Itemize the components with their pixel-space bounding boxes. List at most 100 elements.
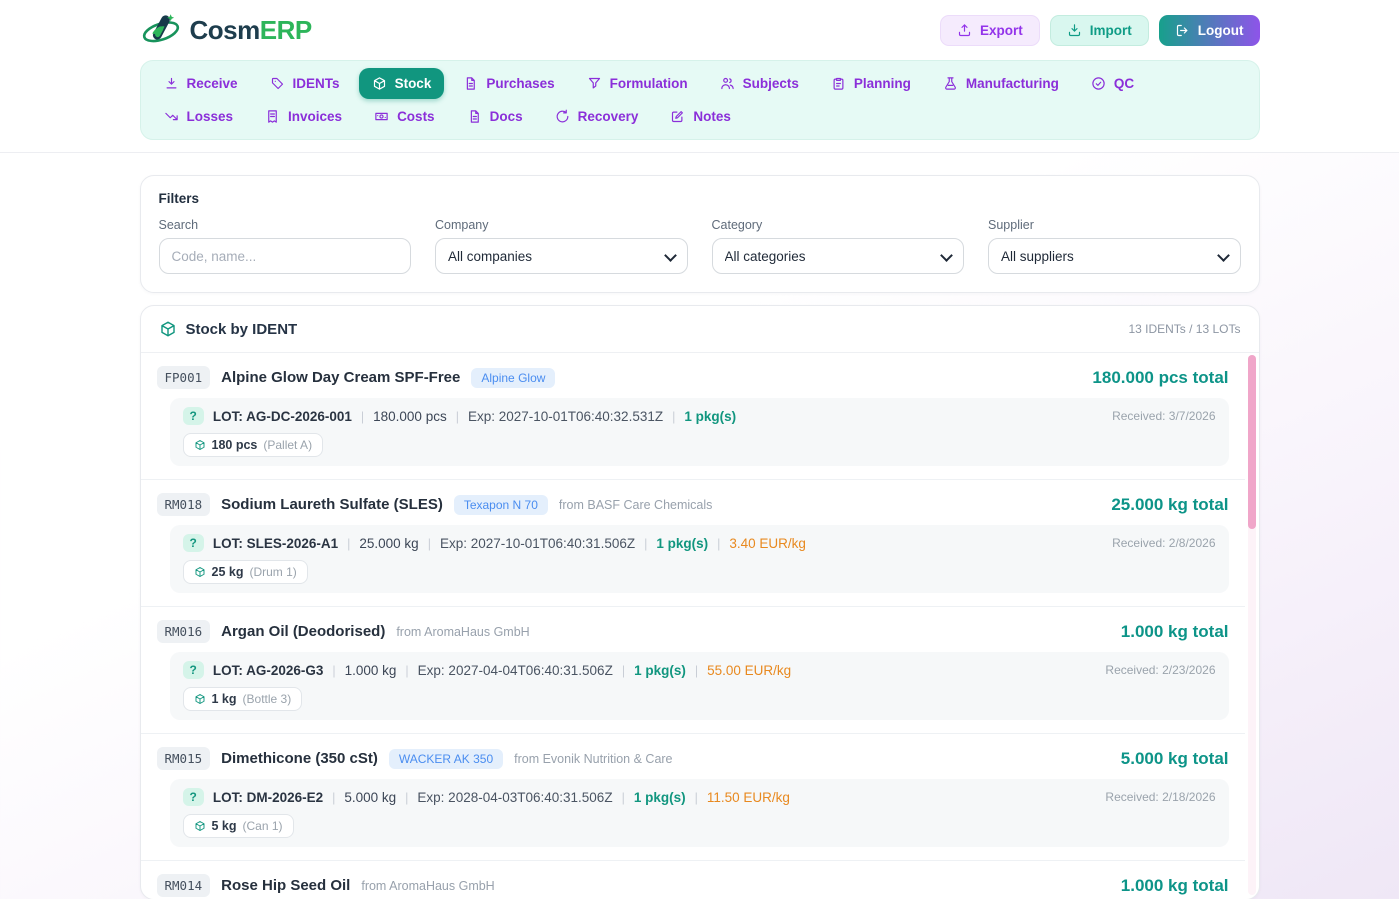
separator — [332, 790, 335, 805]
package-location: (Pallet A) — [263, 438, 312, 452]
package-location: (Drum 1) — [249, 565, 296, 579]
tab-receive[interactable]: Receive — [151, 68, 251, 99]
lot-package-count: 1 pkg(s) — [684, 409, 736, 424]
lot-status-chip[interactable]: ? — [183, 788, 204, 806]
separator — [622, 663, 625, 678]
tab-costs[interactable]: Costs — [361, 101, 448, 132]
company-select[interactable]: All companies — [435, 238, 688, 274]
item-supplier: from Evonik Nutrition & Care — [514, 752, 672, 766]
tab-manufacturing[interactable]: Manufacturing — [930, 68, 1072, 99]
logout-button-label: Logout — [1198, 23, 1244, 38]
vertical-scrollbar-track[interactable] — [1248, 355, 1256, 895]
ident-code-chip: RM018 — [157, 493, 211, 516]
search-input[interactable] — [159, 238, 412, 274]
logout-button[interactable]: Logout — [1159, 15, 1260, 46]
lot-status-chip[interactable]: ? — [183, 534, 204, 552]
check-circle-icon — [1091, 76, 1106, 91]
item-name: Sodium Laureth Sulfate (SLES) — [221, 496, 443, 513]
stock-item-header: RM018 Sodium Laureth Sulfate (SLES) Texa… — [157, 493, 1229, 516]
document-icon — [467, 109, 482, 124]
tab-losses[interactable]: Losses — [151, 101, 247, 132]
stock-item-header: RM014 Rose Hip Seed Oil from AromaHaus G… — [157, 874, 1229, 897]
package-chip[interactable]: 5 kg (Can 1) — [183, 814, 294, 838]
stock-list-viewport: FP001 Alpine Glow Day Cream SPF-Free Alp… — [141, 353, 1259, 899]
item-total-quantity: 5.000 kg total — [1121, 749, 1229, 769]
import-icon — [1067, 23, 1082, 38]
stock-item-row[interactable]: RM015 Dimethicone (350 cSt) WACKER AK 35… — [141, 733, 1245, 860]
ident-code-chip: RM016 — [157, 620, 211, 643]
lot-quantity: 1.000 kg — [345, 663, 397, 678]
separator — [405, 663, 408, 678]
supplier-select[interactable]: All suppliers — [988, 238, 1241, 274]
cube-icon — [159, 320, 177, 338]
tab-stock[interactable]: Stock — [359, 68, 445, 99]
export-button[interactable]: Export — [940, 15, 1040, 46]
item-total-quantity: 1.000 kg total — [1121, 876, 1229, 896]
vertical-scrollbar-thumb[interactable] — [1248, 355, 1256, 529]
lot-number: LOT: AG-2026-G3 — [213, 663, 324, 678]
separator — [405, 790, 408, 805]
lot-received-date: Received: 2/23/2026 — [1105, 663, 1215, 677]
tab-qc[interactable]: QC — [1078, 68, 1147, 99]
main-nav: Receive IDENTs Stock Purchases Formulati… — [140, 60, 1260, 140]
separator — [717, 536, 720, 551]
separator — [456, 409, 459, 424]
package-chip[interactable]: 180 pcs (Pallet A) — [183, 433, 324, 457]
lot-status-chip[interactable]: ? — [183, 407, 204, 425]
main-content: Filters Search Company All companies Cat… — [140, 175, 1260, 899]
tab-purchases[interactable]: Purchases — [450, 68, 567, 99]
lot-unit-price: 11.50 EUR/kg — [707, 790, 790, 805]
stock-item-row[interactable]: RM018 Sodium Laureth Sulfate (SLES) Texa… — [141, 479, 1245, 606]
supplier-label: Supplier — [988, 218, 1241, 232]
brand: CosmERP — [140, 9, 312, 51]
lot-row: ? LOT: AG-2026-G3 1.000 kg Exp: 2027-04-… — [170, 652, 1229, 720]
lot-detail-line: ? LOT: AG-DC-2026-001 180.000 pcs Exp: 2… — [183, 407, 1216, 425]
header-band: CosmERP Export Import Logout Recei — [0, 0, 1399, 153]
stock-item-row[interactable]: FP001 Alpine Glow Day Cream SPF-Free Alp… — [141, 353, 1245, 479]
lot-package-count: 1 pkg(s) — [634, 790, 686, 805]
separator — [695, 790, 698, 805]
tab-planning[interactable]: Planning — [818, 68, 924, 99]
stock-panel-header: Stock by IDENT 13 IDENTs / 13 LOTs — [141, 306, 1259, 353]
separator — [622, 790, 625, 805]
funnel-icon — [587, 76, 602, 91]
people-icon — [720, 76, 735, 91]
item-name: Rose Hip Seed Oil — [221, 877, 350, 894]
package-location: (Bottle 3) — [243, 692, 292, 706]
lot-status-chip[interactable]: ? — [183, 661, 204, 679]
filters-title: Filters — [159, 191, 1241, 206]
separator — [672, 409, 675, 424]
logout-icon — [1175, 23, 1190, 38]
stock-panel-title: Stock by IDENT — [159, 320, 298, 338]
supplier-select-wrap: All suppliers — [988, 238, 1241, 274]
package-chip[interactable]: 25 kg (Drum 1) — [183, 560, 308, 584]
package-quantity: 1 kg — [212, 692, 237, 706]
lot-detail-line: ? LOT: AG-2026-G3 1.000 kg Exp: 2027-04-… — [183, 661, 1216, 679]
stock-item-header: FP001 Alpine Glow Day Cream SPF-Free Alp… — [157, 366, 1229, 389]
tab-formulation[interactable]: Formulation — [574, 68, 701, 99]
tab-idents[interactable]: IDENTs — [257, 68, 353, 99]
tab-invoices[interactable]: Invoices — [252, 101, 355, 132]
company-label: Company — [435, 218, 688, 232]
import-button-label: Import — [1090, 23, 1132, 38]
top-actions: Export Import Logout — [940, 15, 1260, 46]
lot-row: ? LOT: AG-DC-2026-001 180.000 pcs Exp: 2… — [170, 398, 1229, 466]
tab-notes[interactable]: Notes — [657, 101, 744, 132]
tab-docs[interactable]: Docs — [454, 101, 536, 132]
package-chip[interactable]: 1 kg (Bottle 3) — [183, 687, 303, 711]
item-total-quantity: 1.000 kg total — [1121, 622, 1229, 642]
stock-item-row[interactable]: RM016 Argan Oil (Deodorised) from AromaH… — [141, 606, 1245, 733]
search-field-group: Search — [159, 218, 412, 274]
import-button[interactable]: Import — [1050, 15, 1149, 46]
box-icon — [194, 820, 206, 832]
tab-subjects[interactable]: Subjects — [707, 68, 812, 99]
stock-item-row[interactable]: RM014 Rose Hip Seed Oil from AromaHaus G… — [141, 860, 1245, 899]
stock-summary-count: 13 IDENTs / 13 LOTs — [1128, 322, 1240, 336]
stock-panel: Stock by IDENT 13 IDENTs / 13 LOTs FP001… — [140, 305, 1260, 899]
lot-received-date: Received: 2/18/2026 — [1105, 790, 1215, 804]
app-title: CosmERP — [190, 15, 312, 46]
app-title-secondary: ERP — [260, 15, 312, 45]
download-icon — [164, 76, 179, 91]
category-select[interactable]: All categories — [712, 238, 965, 274]
tab-recovery[interactable]: Recovery — [542, 101, 652, 132]
